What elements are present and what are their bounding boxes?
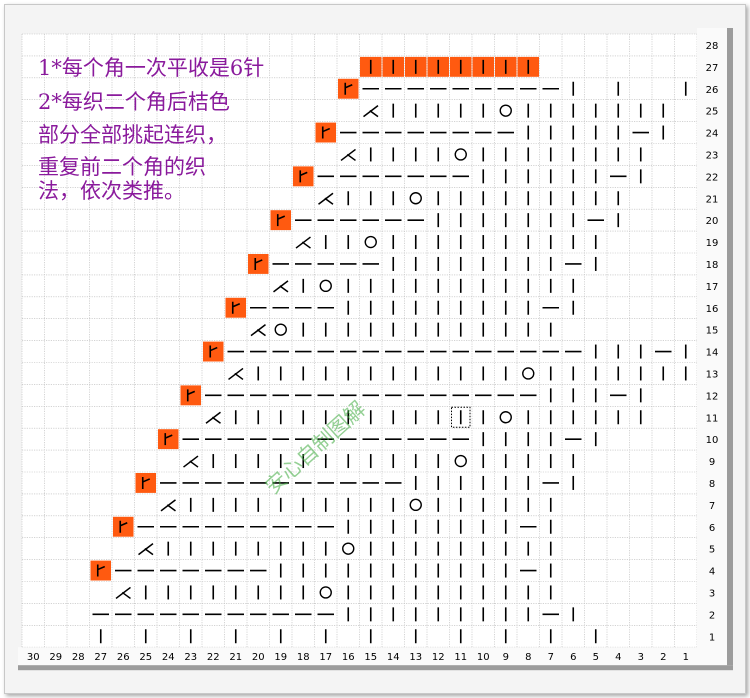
row-number: 20 [706, 216, 719, 227]
column-number: 27 [94, 652, 107, 663]
column-number: 14 [387, 652, 400, 663]
marker-cell [225, 297, 246, 318]
row-number: 21 [706, 194, 719, 205]
marker-cell [90, 560, 111, 581]
row-number: 5 [709, 545, 715, 556]
row-number: 4 [709, 567, 715, 578]
row-number: 15 [706, 326, 719, 337]
note-line-5: 法，依次类推。 [38, 179, 185, 203]
row-number: 1 [709, 632, 715, 643]
marker-cell [338, 78, 359, 99]
column-number: 17 [319, 652, 332, 663]
column-number: 5 [593, 652, 599, 663]
row-number: 22 [706, 172, 719, 183]
note-line-1: 1*每个角一次平收是6针 [38, 56, 265, 80]
column-number: 25 [139, 652, 152, 663]
row-number: 7 [709, 501, 715, 512]
marker-cell [113, 516, 134, 537]
column-number: 16 [342, 652, 355, 663]
note-line-3: 部分全部挑起连织， [38, 123, 227, 147]
row-number: 8 [709, 479, 715, 490]
column-number: 7 [548, 652, 554, 663]
row-number: 27 [706, 63, 719, 74]
row-axis-shadow [727, 28, 733, 666]
row-number: 23 [706, 150, 719, 161]
column-number: 30 [27, 652, 40, 663]
row-number: 6 [709, 523, 715, 534]
column-number: 2 [660, 652, 666, 663]
column-number: 24 [162, 652, 175, 663]
column-number: 4 [615, 652, 621, 663]
marker-cell [293, 166, 314, 187]
column-number: 22 [207, 652, 220, 663]
row-number: 16 [706, 304, 719, 315]
marker-cell [180, 385, 201, 406]
row-number: 25 [706, 107, 719, 118]
column-number: 26 [117, 652, 130, 663]
column-number: 29 [49, 652, 62, 663]
marker-cell [248, 254, 269, 274]
column-number: 20 [252, 652, 265, 663]
row-number: 17 [706, 282, 719, 293]
row-number: 2 [709, 610, 715, 621]
note-line-2: 2*每织二个角后桔色 [38, 90, 230, 114]
row-number: 11 [706, 413, 719, 424]
row-number: 13 [706, 369, 719, 380]
column-number: 23 [184, 652, 197, 663]
row-number: 9 [709, 457, 715, 468]
marker-cell [158, 429, 179, 450]
row-number: 19 [706, 238, 719, 249]
row-number: 18 [706, 260, 719, 271]
marker-cell [203, 341, 224, 362]
column-number: 1 [683, 652, 689, 663]
row-number: 24 [706, 129, 719, 140]
row-number: 3 [709, 588, 715, 599]
col-axis-shadow [18, 665, 733, 671]
row-number: 12 [706, 391, 719, 402]
column-number: 18 [297, 652, 310, 663]
column-number: 6 [570, 652, 576, 663]
marker-cell [270, 210, 291, 231]
column-number: 19 [274, 652, 287, 663]
row-number: 28 [706, 41, 719, 52]
column-number: 11 [454, 652, 467, 663]
row-number: 14 [706, 348, 719, 359]
column-number: 8 [525, 652, 531, 663]
column-number: 12 [432, 652, 445, 663]
column-number: 10 [477, 652, 490, 663]
row-number: 10 [706, 435, 719, 446]
row-number: 26 [706, 85, 719, 96]
marker-cell [315, 122, 336, 143]
marker-cell [135, 473, 156, 493]
column-number: 13 [409, 652, 422, 663]
column-number: 28 [72, 652, 85, 663]
column-number: 15 [364, 652, 377, 663]
column-number: 3 [638, 652, 644, 663]
column-number: 9 [503, 652, 509, 663]
column-number: 21 [229, 652, 242, 663]
